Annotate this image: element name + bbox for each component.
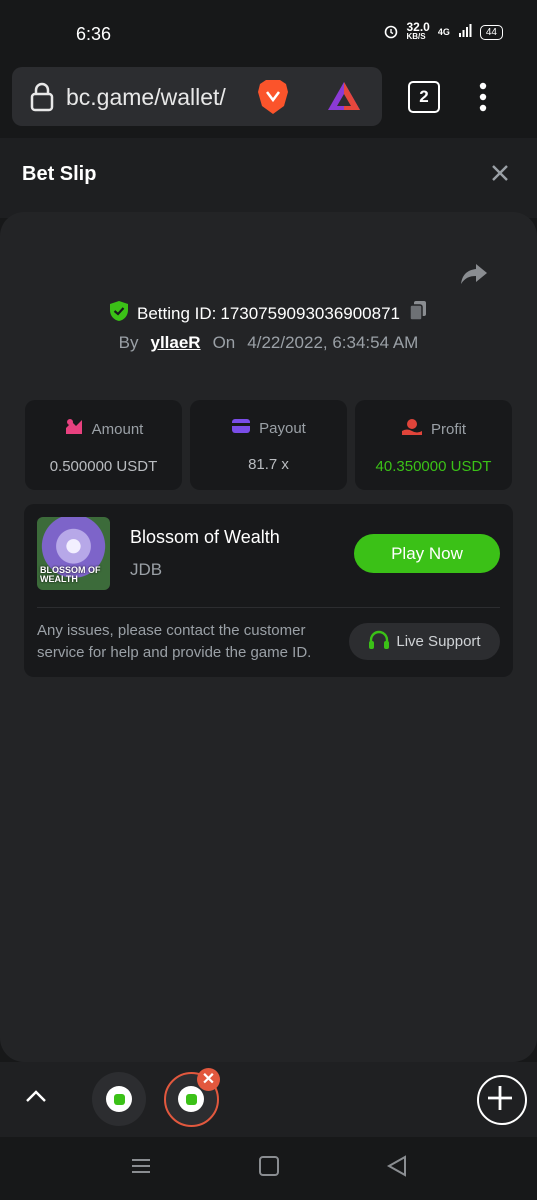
shield-check-icon (109, 300, 129, 327)
payout-card-icon (231, 418, 251, 438)
amount-icon (64, 418, 84, 440)
browser-bottom-bar (0, 1062, 537, 1137)
back-icon[interactable] (386, 1155, 408, 1183)
profit-icon (401, 418, 423, 440)
betting-id-row: Betting ID: 1730759093036900871 (0, 300, 537, 327)
stat-amount: Amount 0.500000 USDT (25, 400, 182, 490)
stat-label: Amount (91, 420, 144, 438)
copy-icon[interactable] (408, 300, 428, 327)
share-icon[interactable] (460, 262, 488, 286)
stat-value: 40.350000 USDT (375, 458, 492, 475)
sheet-title: Bet Slip (22, 163, 97, 185)
play-now-button[interactable]: Play Now (354, 534, 500, 573)
bet-meta-row: By yllaeR On 4/22/2022, 6:34:54 AM (0, 333, 537, 353)
bc-game-icon (106, 1086, 132, 1112)
betting-id-value: 1730759093036900871 (220, 303, 400, 323)
by-label: By (118, 333, 139, 352)
bet-datetime: 4/22/2022, 6:34:54 AM (247, 333, 419, 352)
status-time: 6:36 (76, 24, 112, 44)
stat-value: 81.7 x (248, 456, 289, 473)
username-link[interactable]: yllaeR (150, 333, 200, 353)
more-menu-icon[interactable] (478, 82, 488, 117)
recents-icon[interactable] (130, 1155, 152, 1183)
tab-thumbnail-1[interactable] (92, 1072, 146, 1126)
brave-lion-icon[interactable] (256, 78, 290, 121)
betting-id-label: Betting ID: (136, 303, 217, 323)
tab-switcher-button[interactable]: 2 (408, 81, 440, 113)
new-tab-button[interactable] (477, 1075, 527, 1125)
support-text: Any issues, please contact the customer … (37, 622, 312, 661)
network-type: 4G (437, 27, 450, 37)
alarm-icon (383, 23, 399, 42)
game-thumbnail-logo: BLOSSOM OF WEALTH (40, 565, 101, 584)
battery-indicator: 44 (479, 24, 503, 40)
game-name: Blossom of Wealth (130, 527, 280, 547)
bc-game-icon (178, 1086, 204, 1112)
network-speed: 32.0 KB/S (406, 20, 430, 41)
stat-profit: Profit 40.350000 USDT (355, 400, 512, 490)
live-support-label: Live Support (396, 633, 481, 650)
game-thumbnail[interactable]: BLOSSOM OF WEALTH (37, 517, 110, 590)
stat-value: 0.500000 USDT (49, 458, 158, 475)
brave-rewards-icon[interactable] (326, 80, 362, 117)
lock-icon[interactable] (30, 82, 54, 117)
url-text[interactable]: bc.game/wallet/ (66, 84, 226, 111)
game-provider: JDB (130, 560, 163, 579)
close-button[interactable] (488, 162, 512, 186)
status-icons: 32.0 KB/S 4G 44 (383, 20, 503, 42)
stat-label: Payout (259, 419, 306, 437)
home-icon[interactable] (258, 1155, 280, 1183)
close-icon (492, 165, 508, 181)
divider (37, 607, 500, 608)
stat-label: Profit (430, 420, 466, 438)
tab-close-icon[interactable]: ✕ (197, 1068, 220, 1091)
signal-icon (458, 23, 472, 41)
on-label: On (212, 333, 236, 352)
stat-payout: Payout 81.7 x (190, 400, 347, 490)
headset-icon (368, 630, 390, 654)
plus-icon (488, 1086, 512, 1110)
live-support-button[interactable]: Live Support (349, 623, 500, 660)
chevron-up-icon[interactable] (24, 1085, 48, 1109)
